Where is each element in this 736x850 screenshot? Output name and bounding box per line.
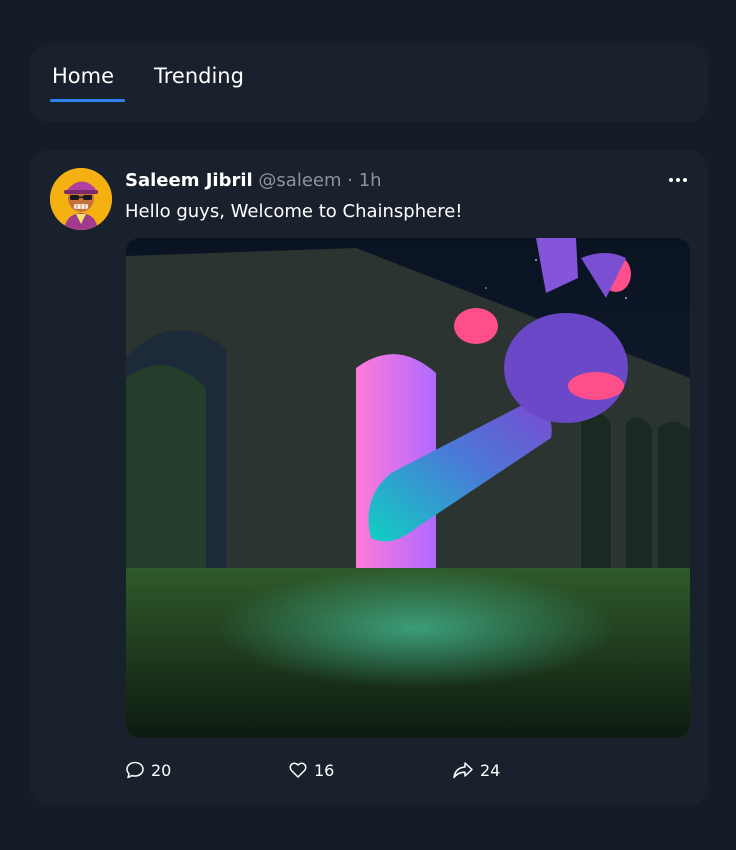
comment-count: 20 <box>151 760 172 780</box>
comment-button[interactable]: 20 <box>125 760 171 780</box>
tab-trending[interactable]: Trending <box>154 64 244 88</box>
like-count: 16 <box>314 760 335 780</box>
share-count: 24 <box>480 760 501 780</box>
like-button[interactable]: 16 <box>288 760 334 780</box>
separator-dot: · <box>347 170 353 191</box>
author-name[interactable]: Saleem Jibril <box>125 170 253 191</box>
comment-icon <box>126 761 144 779</box>
post-time: 1h <box>358 170 382 191</box>
share-icon <box>453 762 473 779</box>
post-text: Hello guys, Welcome to Chainsphere! <box>125 201 463 222</box>
post-image[interactable] <box>126 238 690 738</box>
post-header: Saleem Jibril @saleem · 1h <box>125 170 382 191</box>
tab-home[interactable]: Home <box>52 64 114 88</box>
ellipsis-icon[interactable] <box>666 170 690 190</box>
ape-avatar-icon <box>50 168 112 230</box>
author-handle[interactable]: @saleem <box>258 170 341 191</box>
post-actions: 20 16 24 <box>125 760 645 784</box>
active-tab-indicator <box>50 99 125 102</box>
avatar[interactable] <box>50 168 112 230</box>
share-button[interactable]: 24 <box>452 760 500 780</box>
post-image-art <box>126 238 690 738</box>
heart-icon <box>289 762 307 778</box>
post-card: Saleem Jibril @saleem · 1h Hello guys, W… <box>30 150 708 805</box>
feed-tabs: Home Trending <box>30 44 708 122</box>
